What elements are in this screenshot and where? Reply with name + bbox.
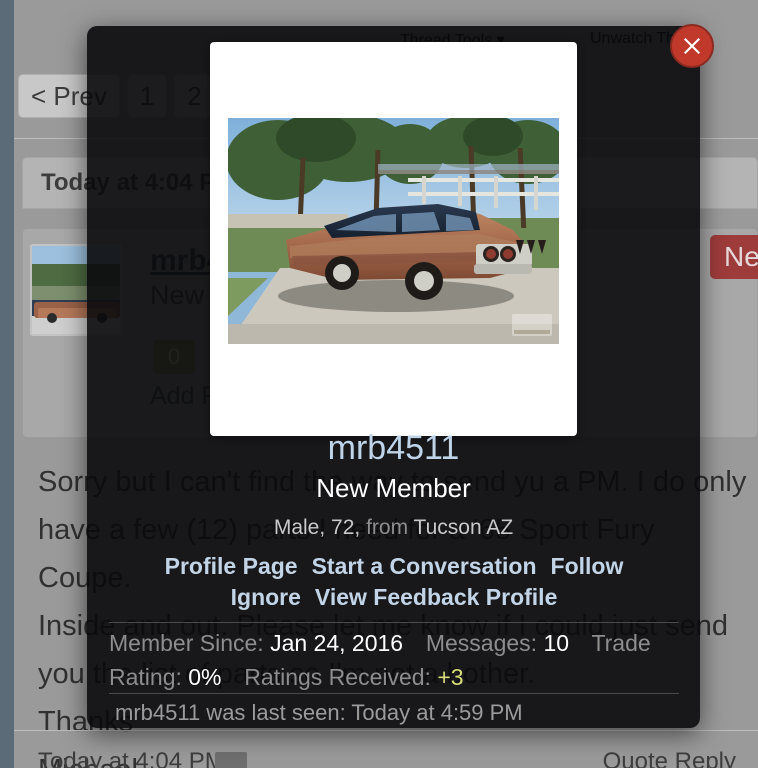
post-footer-divider [14,730,758,731]
member-gender: Male, [273,516,326,539]
member-since-value: Jan 24, 2016 [270,630,404,656]
stats-bottom-divider [109,693,679,694]
post-footer-date: Today at 4:04 PM [38,748,225,768]
member-action-links: Profile Page Start a Conversation Follow Ig… [109,551,679,613]
member-age: 72, [331,516,361,539]
start-conversation-link[interactable]: Start a Conversation [312,553,537,579]
member-user-title: New Member [316,473,471,503]
post-footer-icon [215,752,247,768]
follow-link[interactable]: Follow [551,553,624,579]
member-last-seen: mrb4511 was last seen: Today at 4:59 PM [115,700,523,725]
trade-rating-value: 0% [188,664,222,690]
member-since-label: Member Since: [109,630,264,656]
profile-page-link[interactable]: Profile Page [165,553,298,579]
view-feedback-profile-link[interactable]: View Feedback Profile [315,584,557,610]
quote-reply-actions[interactable]: Quote Reply [603,748,736,768]
ratings-received-value: +3 [437,664,464,690]
new-post-badge: New [710,235,758,279]
ignore-link[interactable]: Ignore [231,584,301,610]
close-x-glyph [684,38,700,54]
member-demographics: Male, 72, from Tucson AZ [87,516,700,540]
ratings-received-label: Ratings Received: [244,664,431,690]
member-from-word: from [366,516,409,539]
close-icon[interactable] [670,24,714,68]
stats-top-divider [109,622,679,623]
screen: Thread Tools ▾ Unwatch Thread < Prev 1 2… [0,0,758,768]
page-left-rail [0,0,14,768]
classic-car-photo [228,118,559,344]
messages-label: Messages: [425,630,538,656]
messages-value: 10 [543,630,570,656]
member-avatar-card[interactable] [210,42,577,436]
member-avatar-photo [228,118,559,344]
member-username[interactable]: mrb4511 [87,429,700,468]
member-location: Tucson AZ [413,516,514,539]
member-card-overlay: mrb4511 New Member Male, 72, from Tucson… [87,24,714,728]
member-stats: Member Since: Jan 24, 2016 Messages: 10 … [109,626,687,694]
